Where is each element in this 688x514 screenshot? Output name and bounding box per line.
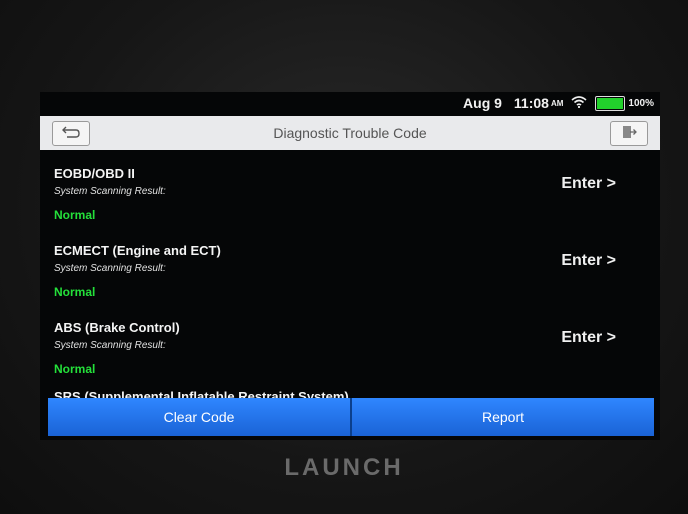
exit-button[interactable] xyxy=(610,121,648,146)
exit-icon xyxy=(621,124,637,143)
status-date: Aug 9 xyxy=(463,95,502,111)
action-bar: Clear Code Report xyxy=(48,398,654,436)
enter-button[interactable]: Enter > xyxy=(561,252,616,270)
system-name: EOBD/OBD II xyxy=(54,166,135,181)
enter-button[interactable]: Enter > xyxy=(561,175,616,193)
report-button[interactable]: Report xyxy=(352,398,654,436)
system-name: SRS (Supplemental Inflatable Restraint S… xyxy=(54,389,349,398)
status-ampm: AM xyxy=(550,98,564,108)
brand-logo: LAUNCH xyxy=(284,454,404,481)
scan-result-status: Normal xyxy=(54,285,96,299)
status-time: 11:08 xyxy=(513,95,549,111)
device-screen: Aug 9 11:08 AM 100% Diagnostic Trouble C… xyxy=(40,92,660,440)
title-bar: Diagnostic Trouble Code xyxy=(40,116,660,150)
system-row-srs: SRS (Supplemental Inflatable Restraint S… xyxy=(40,383,660,398)
scan-result-label: System Scanning Result: xyxy=(54,186,166,197)
status-bar: Aug 9 11:08 AM 100% xyxy=(40,92,660,114)
system-name: ABS (Brake Control) xyxy=(54,320,180,335)
system-list[interactable]: EOBD/OBD II System Scanning Result: Norm… xyxy=(40,152,660,398)
back-arrow-icon xyxy=(61,125,81,142)
enter-button[interactable]: Enter > xyxy=(561,329,616,347)
back-button[interactable] xyxy=(52,121,90,146)
system-row-ecmect: ECMECT (Engine and ECT) System Scanning … xyxy=(40,229,660,306)
battery-percent: 100% xyxy=(628,97,654,109)
system-row-abs: ABS (Brake Control) System Scanning Resu… xyxy=(40,306,660,383)
clear-code-button[interactable]: Clear Code xyxy=(48,398,350,436)
scan-result-label: System Scanning Result: xyxy=(54,340,166,351)
battery-icon xyxy=(595,95,626,111)
scan-result-status: Normal xyxy=(54,362,96,376)
system-row-eobd: EOBD/OBD II System Scanning Result: Norm… xyxy=(40,152,660,229)
wifi-icon xyxy=(571,95,587,111)
page-title: Diagnostic Trouble Code xyxy=(273,125,427,141)
scan-result-label: System Scanning Result: xyxy=(54,263,166,274)
scan-result-status: Normal xyxy=(54,208,96,222)
system-name: ECMECT (Engine and ECT) xyxy=(54,243,221,258)
battery-level-fill xyxy=(597,97,624,109)
